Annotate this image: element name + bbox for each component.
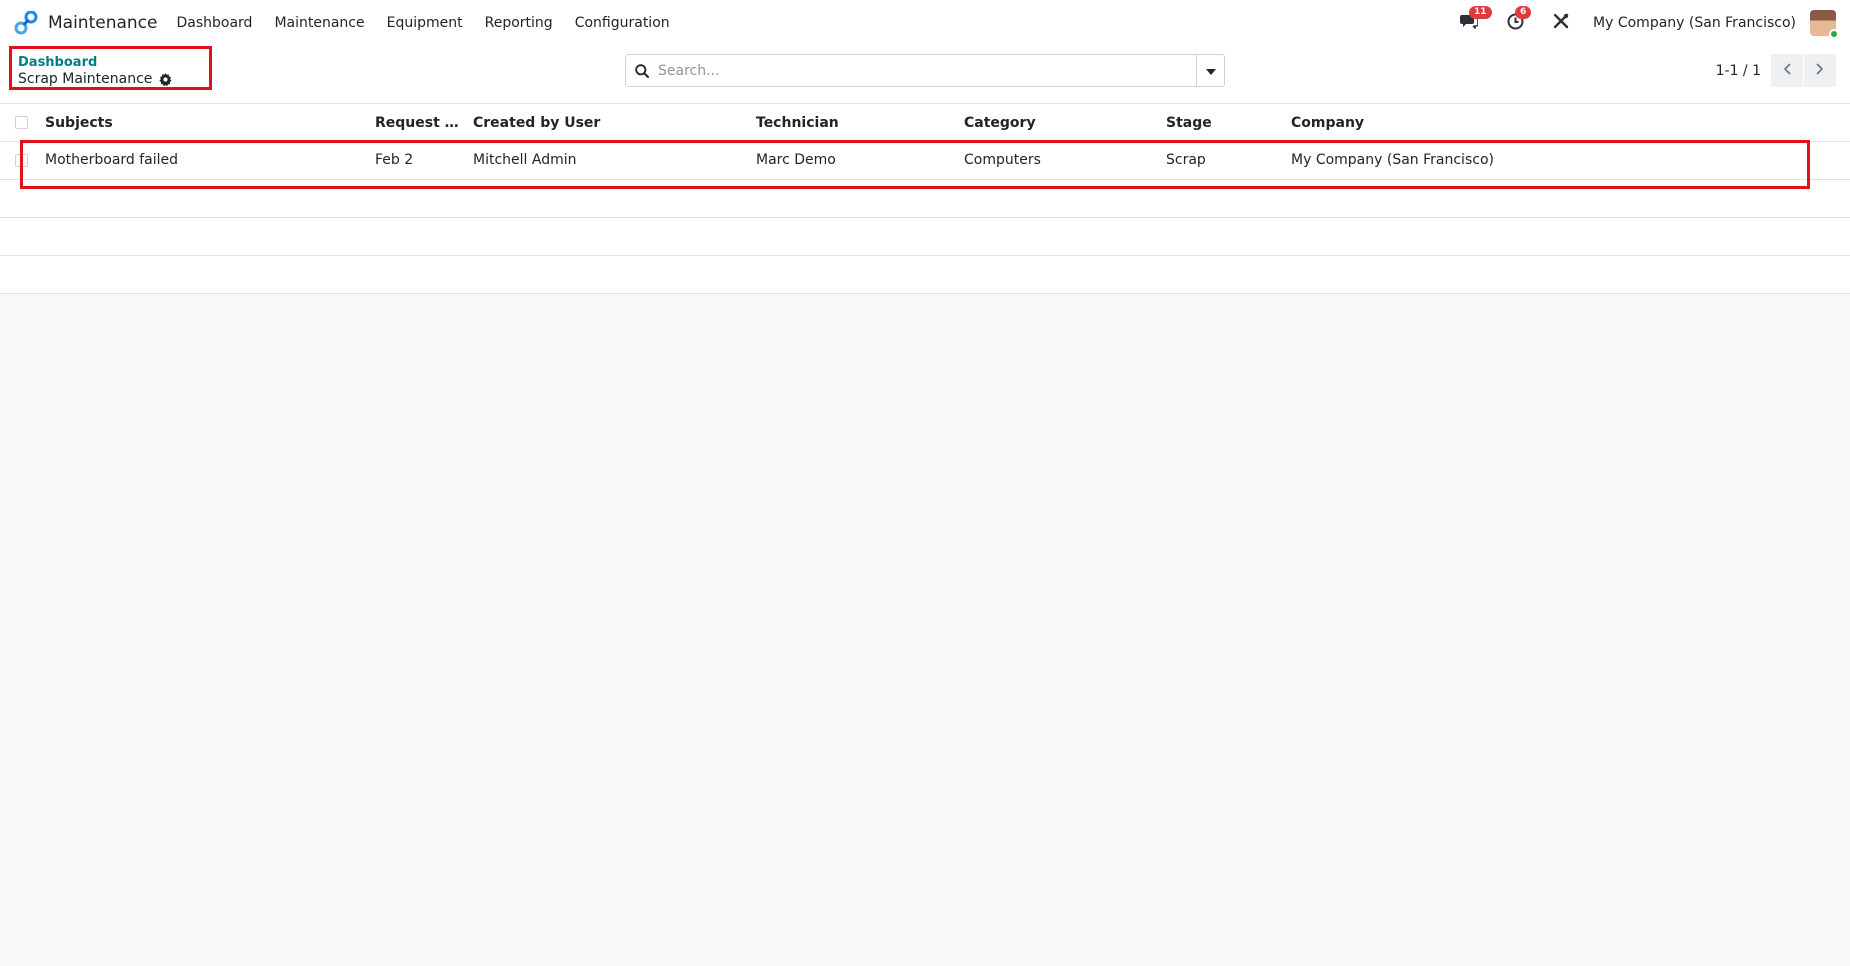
empty-row (0, 180, 1850, 218)
menu-configuration[interactable]: Configuration (564, 15, 681, 31)
list-view: Subjects Request D... Created by User Te… (0, 104, 1850, 294)
cell-subject: Motherboard failed (45, 152, 179, 168)
menu-reporting[interactable]: Reporting (474, 15, 564, 31)
column-header-stage[interactable]: Stage (1166, 115, 1212, 131)
messages-badge: 11 (1469, 6, 1492, 19)
cell-created-by: Mitchell Admin (473, 152, 577, 168)
menu-equipment[interactable]: Equipment (376, 15, 474, 31)
menu-dashboard[interactable]: Dashboard (165, 15, 263, 31)
pager-next-button[interactable] (1804, 54, 1836, 87)
column-header-company[interactable]: Company (1291, 115, 1364, 131)
cell-category: Computers (964, 152, 1041, 168)
tools-icon (1553, 13, 1569, 33)
messages-button[interactable]: 11 (1457, 6, 1492, 35)
control-panel: Dashboard Scrap Maintenance 1-1 (0, 46, 1850, 104)
column-header-subjects[interactable]: Subjects (45, 115, 113, 131)
pager: 1-1 / 1 (1716, 54, 1836, 87)
column-header-category[interactable]: Category (964, 115, 1036, 131)
caret-down-icon (1205, 63, 1216, 79)
cell-company: My Company (San Francisco) (1291, 152, 1494, 168)
breadcrumb: Dashboard Scrap Maintenance (9, 46, 212, 90)
table-row[interactable]: Motherboard failed Feb 2 Mitchell Admin … (0, 142, 1850, 180)
pager-previous-button[interactable] (1771, 54, 1803, 87)
user-avatar[interactable] (1810, 10, 1839, 39)
activities-button[interactable]: 6 (1503, 6, 1532, 35)
breadcrumb-current: Scrap Maintenance (18, 71, 172, 87)
search-icon (626, 55, 658, 86)
breadcrumb-dashboard-link[interactable]: Dashboard (18, 55, 97, 70)
cell-stage: Scrap (1166, 152, 1206, 168)
select-all-checkbox[interactable] (15, 116, 28, 129)
page-title: Scrap Maintenance (18, 71, 153, 87)
table-header: Subjects Request D... Created by User Te… (0, 104, 1850, 142)
empty-row (0, 218, 1850, 256)
debug-tools-button[interactable] (1549, 11, 1573, 35)
maintenance-app-icon (14, 10, 38, 35)
menu-maintenance[interactable]: Maintenance (263, 15, 375, 31)
company-switcher[interactable]: My Company (San Francisco) (1593, 15, 1796, 31)
column-header-request-date[interactable]: Request D... (375, 115, 459, 131)
activities-badge: 6 (1515, 6, 1532, 19)
chevron-left-icon (1783, 62, 1791, 79)
gear-icon[interactable] (159, 72, 172, 86)
main-menu: Dashboard Maintenance Equipment Reportin… (165, 15, 680, 31)
chevron-right-icon (1816, 62, 1824, 79)
cell-technician: Marc Demo (756, 152, 836, 168)
pager-value[interactable]: 1-1 / 1 (1716, 63, 1761, 79)
cell-request-date: Feb 2 (375, 152, 414, 168)
search-input[interactable] (658, 55, 1196, 86)
top-navbar: Maintenance Dashboard Maintenance Equipm… (0, 0, 1850, 46)
empty-row (0, 256, 1850, 294)
app-brand[interactable]: Maintenance (14, 10, 158, 35)
row-checkbox[interactable] (15, 154, 28, 167)
app-name: Maintenance (48, 13, 158, 33)
column-header-created-by[interactable]: Created by User (473, 115, 600, 131)
systray: 11 6 My Company (San Francisco) (1435, 0, 1839, 46)
column-header-technician[interactable]: Technician (756, 115, 839, 131)
search-options-toggle[interactable] (1196, 55, 1224, 86)
online-status-dot (1829, 29, 1839, 39)
search-bar (625, 54, 1225, 87)
